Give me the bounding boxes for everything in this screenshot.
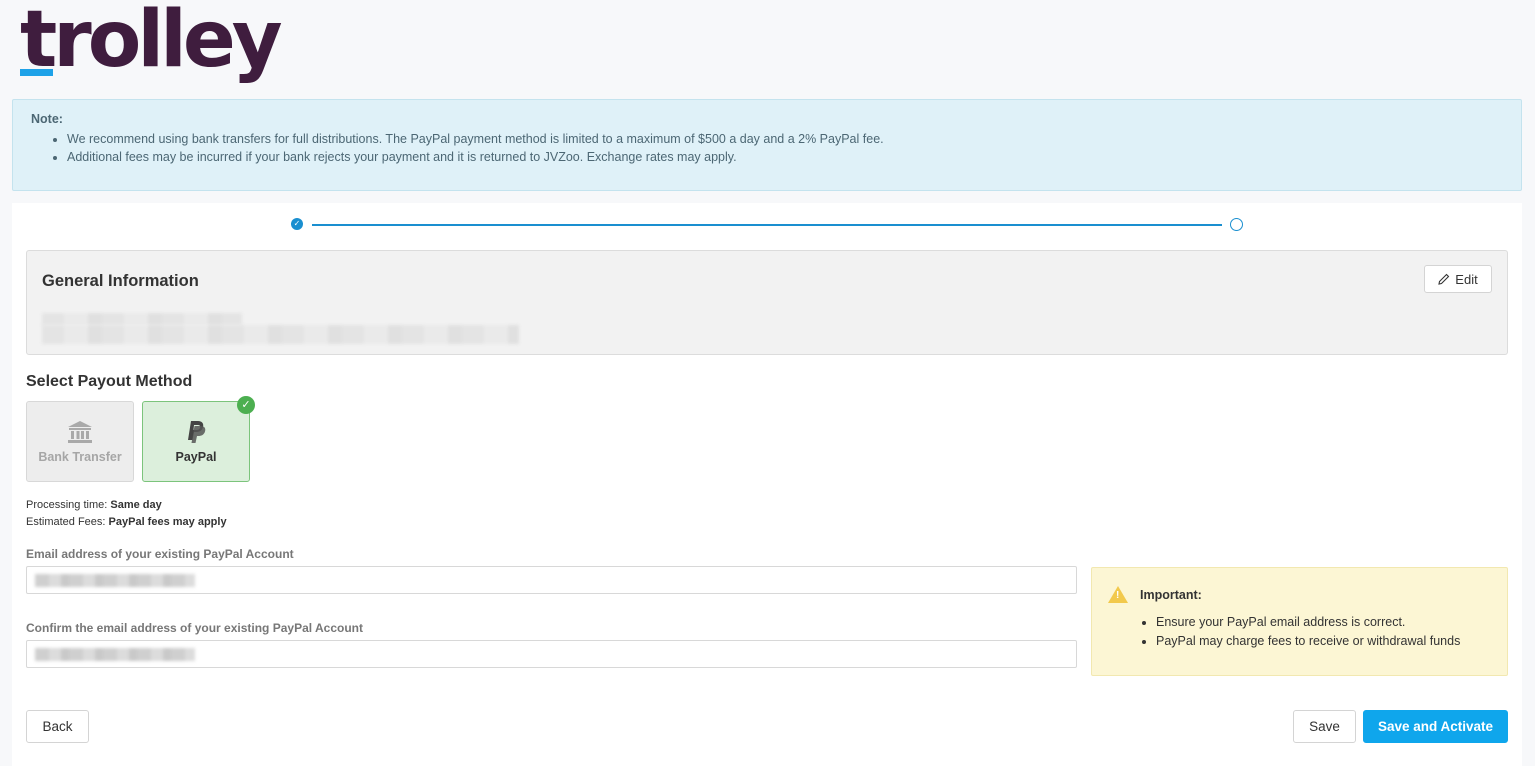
trolley-logo: trolley <box>20 0 283 85</box>
estimated-fees: Estimated Fees: PayPal fees may apply <box>26 516 227 528</box>
paypal-option[interactable]: ✓ PayPal <box>142 396 255 482</box>
important-notice: ! Important: Ensure your PayPal email ad… <box>1091 567 1508 676</box>
email-field-label: Email address of your existing PayPal Ac… <box>26 547 294 561</box>
confirm-paypal-email-field[interactable] <box>26 640 1077 668</box>
general-information-title: General Information <box>42 272 199 290</box>
save-button[interactable]: Save <box>1293 710 1356 743</box>
bank-icon <box>68 420 92 443</box>
back-button[interactable]: Back <box>26 710 89 743</box>
warning-icon: ! <box>1108 586 1128 603</box>
save-and-activate-button[interactable]: Save and Activate <box>1363 710 1508 743</box>
paypal-label: PayPal <box>175 449 217 464</box>
pencil-icon <box>1438 273 1450 285</box>
payout-method-title: Select Payout Method <box>26 373 193 390</box>
paypal-email-field[interactable] <box>26 566 1077 594</box>
paypal-icon <box>188 420 206 443</box>
important-title: Important: <box>1140 587 1202 602</box>
note-title: Note: <box>31 112 63 126</box>
bank-transfer-option[interactable]: Bank Transfer <box>26 401 134 482</box>
step-complete-check-icon: ✓ <box>291 218 303 230</box>
redacted-info <box>42 313 242 325</box>
redacted-email <box>35 648 195 661</box>
selected-check-icon: ✓ <box>237 396 255 414</box>
step-pending-icon <box>1230 218 1243 231</box>
bank-transfer-label: Bank Transfer <box>38 449 122 464</box>
confirm-email-field-label: Confirm the email address of your existi… <box>26 621 363 635</box>
note-item: We recommend using bank transfers for fu… <box>67 130 1503 148</box>
payout-card: ✓ General Information Edit Select Payout… <box>12 203 1522 766</box>
important-item: PayPal may charge fees to receive or wit… <box>1156 632 1491 651</box>
general-information-panel: General Information Edit <box>26 250 1508 355</box>
redacted-email <box>35 574 195 587</box>
edit-button-label: Edit <box>1455 271 1478 287</box>
note-banner: Note: We recommend using bank transfers … <box>12 99 1522 191</box>
edit-button[interactable]: Edit <box>1424 265 1492 293</box>
important-item: Ensure your PayPal email address is corr… <box>1156 613 1491 632</box>
stepper-progress-line <box>312 224 1222 226</box>
redacted-info <box>42 325 519 344</box>
note-item: Additional fees may be incurred if your … <box>67 148 1503 166</box>
logo-accent-bar <box>20 69 53 76</box>
processing-time: Processing time: Same day <box>26 499 162 511</box>
